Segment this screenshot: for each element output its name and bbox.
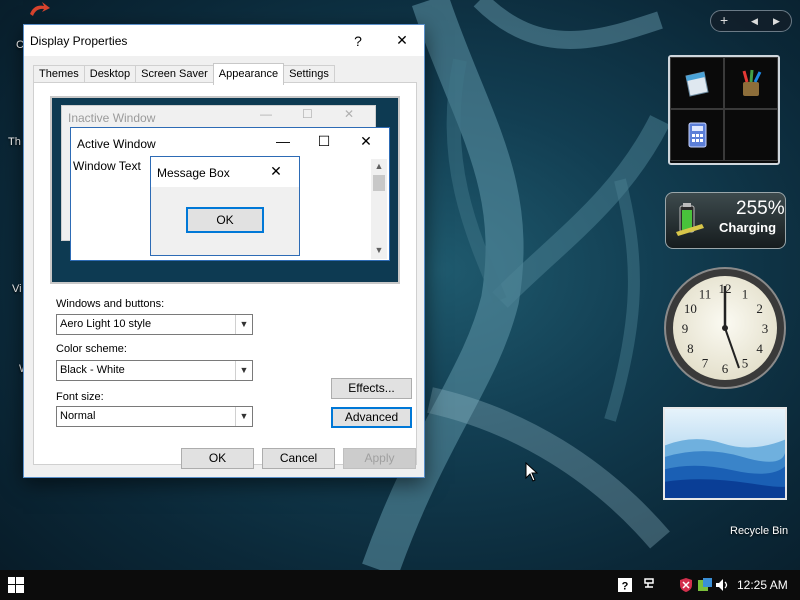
clock-numeral: 6: [722, 361, 729, 376]
appearance-preview[interactable]: Inactive Window — ☐ ✕ Active Window — ☐ …: [50, 96, 400, 284]
color-scheme-value: Black - White: [60, 364, 125, 376]
paint-icon: [742, 69, 762, 96]
next-icon[interactable]: ▶: [773, 16, 780, 27]
desktop-icon-label[interactable]: Th: [8, 136, 21, 148]
launcher-slot[interactable]: [670, 109, 724, 161]
scroll-thumb: [373, 175, 385, 191]
launcher-slot[interactable]: [670, 57, 724, 109]
help-tray-icon[interactable]: ?: [617, 577, 633, 593]
network-tray-icon[interactable]: [641, 577, 657, 593]
notepad-icon: [685, 71, 709, 97]
preview-scrollbar: ▲ ▼: [371, 159, 387, 259]
battery-status: Charging: [719, 220, 777, 235]
volume-tray-icon[interactable]: [714, 577, 730, 593]
close-button[interactable]: ✕: [380, 25, 424, 56]
message-box-title: Message Box: [157, 166, 230, 180]
clock-gadget[interactable]: 123456789101112: [663, 266, 787, 390]
font-size-label: Font size:: [56, 391, 104, 403]
gadget-sidebar-controls: + ◀ ▶: [710, 10, 792, 32]
maximize-icon: ☐: [317, 133, 331, 149]
calculator-icon: [688, 122, 707, 148]
preview-inactive-title: Inactive Window: [68, 111, 156, 125]
maximize-icon: ☐: [302, 107, 313, 121]
preview-window-text: Window Text: [73, 159, 141, 173]
chevron-down-icon[interactable]: ▼: [235, 315, 252, 334]
font-size-select[interactable]: Normal ▼: [56, 406, 253, 427]
tab-appearance[interactable]: Appearance: [212, 63, 285, 85]
clock-numeral: 4: [756, 341, 763, 356]
clock-numeral: 3: [762, 321, 769, 336]
app-launcher-gadget: [668, 55, 780, 165]
minimize-icon: —: [276, 133, 290, 149]
desktop-icon-red-arrow[interactable]: [28, 2, 50, 18]
clock-numeral: 7: [702, 356, 709, 371]
preview-ok-button: OK: [186, 207, 264, 233]
mouse-cursor-icon: [525, 462, 539, 482]
chevron-down-icon[interactable]: ▼: [235, 407, 252, 426]
slideshow-gadget[interactable]: [663, 407, 787, 500]
close-icon: ✕: [270, 163, 282, 179]
clock-numeral: 5: [742, 356, 749, 371]
apply-button[interactable]: Apply: [343, 448, 416, 469]
close-icon: ✕: [360, 133, 372, 149]
scroll-up-icon: ▲: [374, 161, 384, 171]
color-scheme-label: Color scheme:: [56, 343, 127, 355]
preview-active-title: Active Window: [77, 137, 156, 151]
dialog-titlebar[interactable]: Display Properties ? ✕: [24, 25, 424, 56]
chevron-down-icon[interactable]: ▼: [235, 361, 252, 380]
clock-numeral: 11: [699, 286, 712, 301]
scroll-down-icon: ▼: [374, 245, 384, 255]
dialog-title: Display Properties: [30, 34, 128, 48]
effects-button[interactable]: Effects...: [331, 378, 412, 399]
recycle-bin-label[interactable]: Recycle Bin: [730, 525, 788, 537]
clock-numeral: 2: [756, 301, 763, 316]
windows-logo-icon: [8, 577, 24, 593]
system-clock[interactable]: 12:25 AM: [737, 578, 788, 592]
battery-percent: 255%: [736, 198, 785, 219]
tab-strip: Themes Desktop Screen Saver Appearance S…: [33, 63, 335, 85]
taskbar: ? 12:25 AM: [0, 570, 800, 600]
clock-numeral: 10: [684, 301, 697, 316]
previous-icon[interactable]: ◀: [751, 16, 758, 27]
svg-text:?: ?: [622, 581, 629, 593]
battery-icon: [676, 203, 704, 236]
launcher-slot[interactable]: [724, 57, 778, 109]
display-properties-dialog: Display Properties ? ✕ Themes Desktop Sc…: [23, 24, 425, 478]
battery-gadget[interactable]: 255% Charging: [665, 192, 786, 249]
close-icon: ✕: [344, 107, 355, 121]
cancel-button[interactable]: Cancel: [262, 448, 335, 469]
security-shield-icon[interactable]: [678, 577, 694, 593]
clock-numeral: 1: [742, 286, 749, 301]
appearance-panel: Inactive Window — ☐ ✕ Active Window — ☐ …: [33, 82, 417, 465]
font-size-value: Normal: [60, 410, 96, 422]
start-button[interactable]: [0, 570, 32, 600]
preview-message-box: Message Box ✕ OK: [150, 156, 300, 256]
color-scheme-select[interactable]: Black - White ▼: [56, 360, 253, 381]
windows-buttons-select[interactable]: Aero Light 10 style ▼: [56, 314, 253, 335]
desktop-icon-label[interactable]: Vi: [12, 283, 22, 295]
add-gadget-icon[interactable]: +: [720, 12, 728, 28]
ok-button[interactable]: OK: [181, 448, 254, 469]
windows-buttons-label: Windows and buttons:: [56, 298, 165, 310]
power-tray-icon[interactable]: [697, 577, 713, 593]
launcher-slot[interactable]: [724, 109, 778, 161]
help-button[interactable]: ?: [336, 25, 380, 56]
advanced-button[interactable]: Advanced: [331, 407, 412, 428]
clock-numeral: 8: [687, 341, 694, 356]
windows-buttons-value: Aero Light 10 style: [60, 318, 152, 330]
clock-numeral: 9: [682, 321, 689, 336]
minimize-icon: —: [260, 107, 272, 121]
